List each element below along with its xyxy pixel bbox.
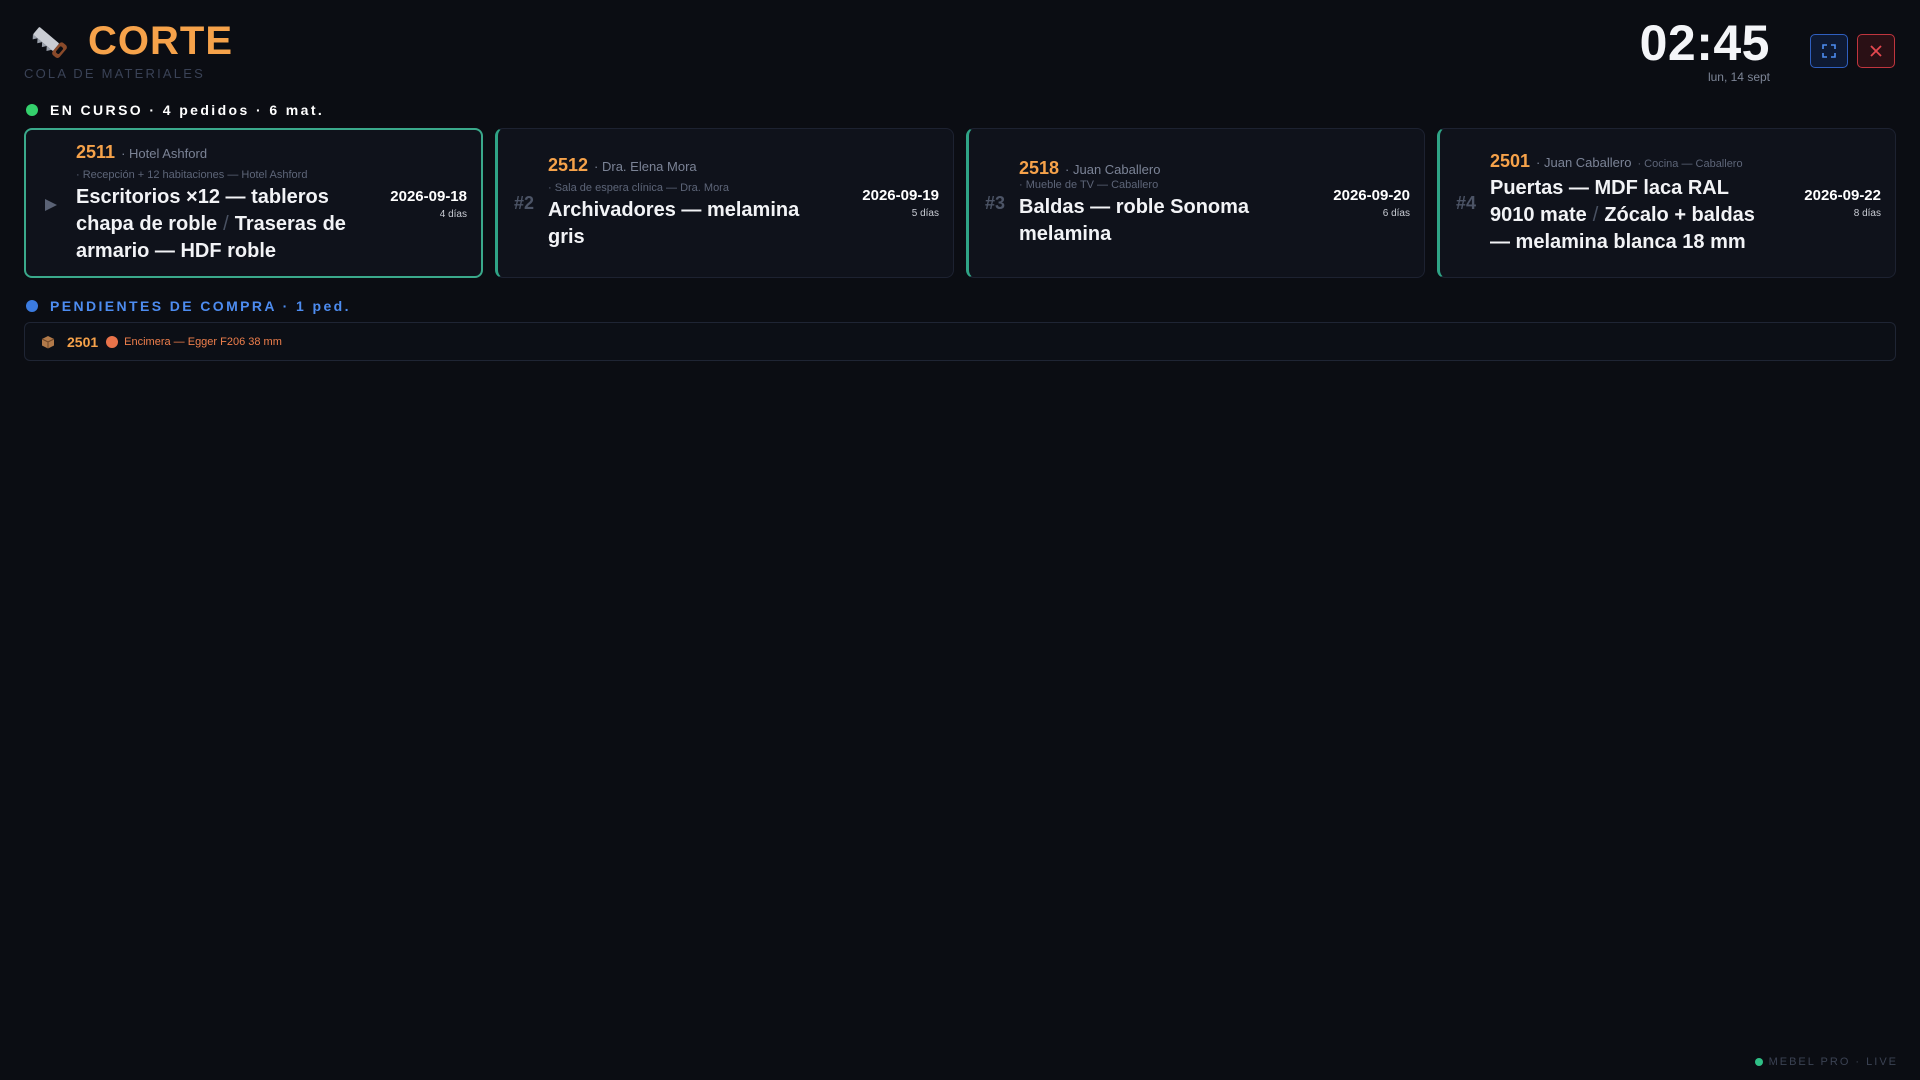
card-meta: 2511 · Hotel Ashford	[76, 142, 361, 163]
footer-label: MEBEL PRO · LIVE	[1768, 1056, 1898, 1068]
days-remaining: 8 días	[1853, 208, 1881, 219]
order-card[interactable]: #2 2512 · Dra. Elena Mora · Sala de espe…	[495, 128, 954, 278]
card-title: Escritorios ×12 — tableros chapa de robl…	[76, 184, 361, 265]
status-dot	[26, 104, 38, 116]
box-icon	[41, 335, 55, 348]
due-date: 2026-09-19 5 días	[862, 187, 939, 219]
status-dot	[26, 300, 38, 312]
material-line: Baldas — roble Sonoma melamina	[1019, 196, 1250, 245]
page-subtitle: COLA DE MATERIALES	[24, 66, 205, 81]
order-card-active[interactable]: 2511 · Hotel Ashford · Recepción + 12 ha…	[24, 128, 483, 278]
play-icon	[45, 199, 57, 211]
order-id: 2512	[548, 155, 589, 175]
pending-material: Encimera — Egger F206 38 mm	[124, 335, 282, 348]
pending-header: PENDIENTES DE COMPRA · 1 ped.	[26, 298, 351, 314]
brand: CORTE	[24, 18, 233, 64]
project-name: · Cocina — Caballero	[1637, 157, 1743, 170]
queue-position: #3	[985, 192, 1006, 213]
in-progress-cards: 2511 · Hotel Ashford · Recepción + 12 ha…	[24, 128, 1896, 278]
fullscreen-icon	[1822, 44, 1836, 58]
due-date-value: 2026-09-18	[390, 188, 467, 205]
client-name: · Dra. Elena Mora	[594, 159, 697, 174]
queue-position: #2	[514, 192, 535, 213]
due-date-value: 2026-09-20	[1333, 187, 1410, 204]
in-progress-label: EN CURSO · 4 pedidos · 6 mat.	[50, 102, 325, 118]
pending-status-dot	[106, 335, 119, 348]
card-meta: 2518 · Juan Caballero · Mueble de TV — C…	[1019, 158, 1304, 191]
card-body: 2512 · Dra. Elena Mora · Sala de espera …	[548, 129, 833, 277]
card-title: Archivadores — melamina gris	[548, 197, 833, 251]
card-meta: 2512 · Dra. Elena Mora	[548, 155, 833, 176]
page-title: CORTE	[88, 18, 233, 63]
client-name: · Hotel Ashford	[121, 145, 208, 161]
card-body: 2511 · Hotel Ashford · Recepción + 12 ha…	[76, 130, 361, 276]
due-date: 2026-09-22 8 días	[1804, 187, 1881, 219]
clock-date: lun, 14 sept	[1707, 70, 1770, 84]
app-root: CORTE COLA DE MATERIALES 02:45 lun, 14 s…	[0, 0, 1920, 1080]
days-remaining: 6 días	[1382, 208, 1410, 219]
due-date: 2026-09-18 4 días	[390, 188, 467, 220]
fullscreen-button[interactable]	[1810, 34, 1848, 68]
card-title: Puertas — MDF laca RAL 9010 mate / Zócalo …	[1490, 175, 1775, 256]
order-id: 2511	[76, 141, 116, 162]
card-body: 2501 · Juan Caballero · Cocina — Caballe…	[1490, 129, 1775, 277]
project-name: · Mueble de TV — Caballero	[1019, 179, 1159, 191]
project-name: · Recepción + 12 habitaciones — Hotel As…	[76, 168, 308, 181]
client-name: · Juan Caballero	[1065, 162, 1161, 177]
header: CORTE COLA DE MATERIALES 02:45 lun, 14 s…	[0, 0, 1920, 100]
close-button[interactable]	[1857, 34, 1895, 68]
order-id: 2518	[1019, 158, 1060, 178]
days-remaining: 4 días	[439, 209, 467, 220]
due-date: 2026-09-20 6 días	[1333, 187, 1410, 219]
order-id: 2501	[1490, 150, 1531, 171]
material-line: Archivadores — melamina gris	[548, 199, 800, 248]
card-body: 2518 · Juan Caballero · Mueble de TV — C…	[1019, 129, 1304, 277]
due-date-value: 2026-09-19	[862, 187, 939, 204]
pending-item[interactable]: 2501 Encimera — Egger F206 38 mm	[24, 322, 1896, 361]
due-date-value: 2026-09-22	[1804, 187, 1881, 204]
clock: 02:45	[1639, 15, 1770, 71]
order-card[interactable]: #4 2501 · Juan Caballero · Cocina — Caba…	[1437, 128, 1896, 278]
queue-position: #4	[1456, 192, 1477, 213]
pending-order-id: 2501	[67, 333, 99, 350]
saw-icon	[24, 18, 70, 64]
order-card[interactable]: #3 2518 · Juan Caballero · Mueble de TV …	[966, 128, 1425, 278]
pending-label: PENDIENTES DE COMPRA · 1 ped.	[50, 298, 351, 314]
close-icon	[1870, 45, 1882, 57]
separator: /	[1592, 203, 1599, 226]
card-title: Baldas — roble Sonoma melamina	[1019, 194, 1304, 248]
project-name: · Sala de espera clínica — Dra. Mora	[548, 182, 729, 194]
days-remaining: 5 días	[911, 208, 939, 219]
card-meta: 2501 · Juan Caballero · Cocina — Caballe…	[1490, 151, 1775, 172]
client-name: · Juan Caballero	[1536, 154, 1632, 170]
footer-status: MEBEL PRO · LIVE	[1754, 1056, 1898, 1068]
separator: /	[223, 212, 229, 235]
live-dot	[1754, 1058, 1763, 1066]
in-progress-header: EN CURSO · 4 pedidos · 6 mat.	[26, 102, 324, 118]
